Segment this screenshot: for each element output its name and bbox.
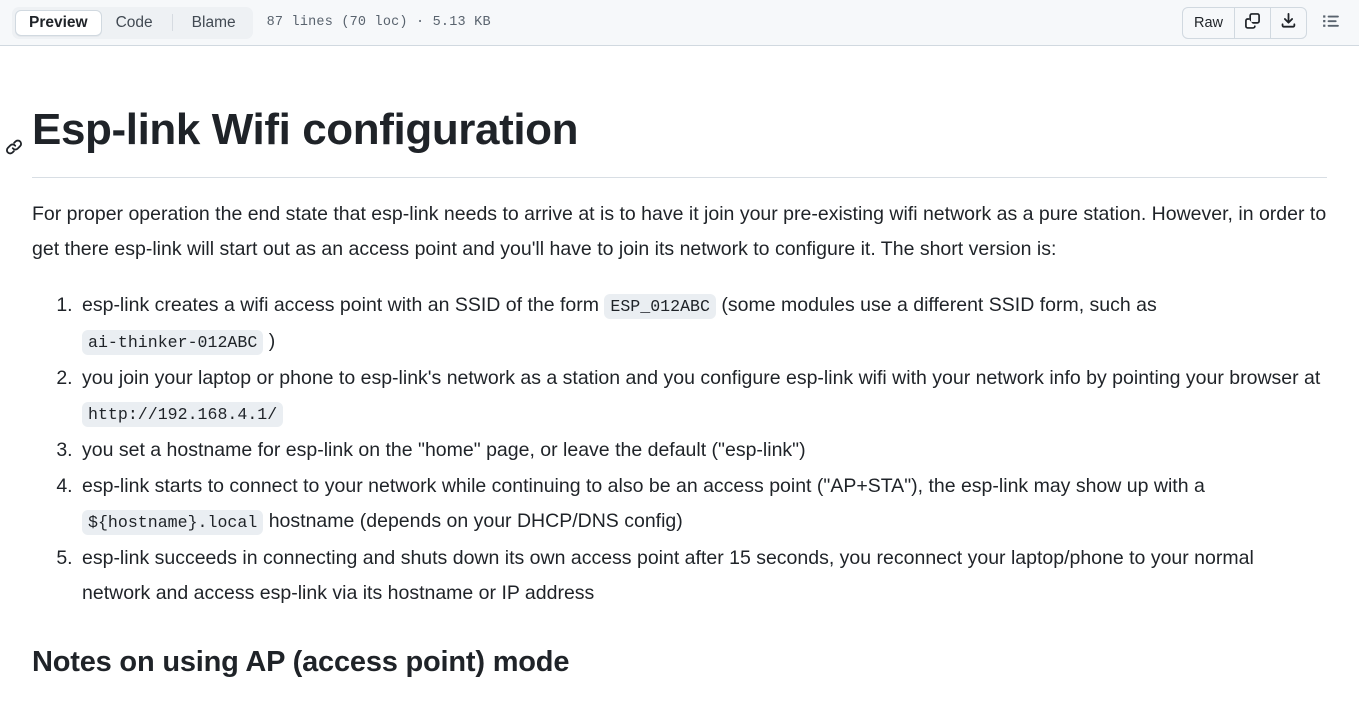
list-item: you set a hostname for esp-link on the "…: [78, 433, 1327, 468]
inline-code: ESP_012ABC: [604, 294, 716, 319]
file-action-button-group: Raw: [1181, 6, 1307, 39]
outline-list-icon: [1322, 12, 1340, 33]
tab-blame[interactable]: Blame: [178, 10, 250, 36]
inline-code: ai-thinker-012ABC: [82, 330, 264, 355]
steps-list: esp-link creates a wifi access point wit…: [32, 288, 1327, 611]
download-button[interactable]: [1271, 8, 1306, 38]
file-meta-text: 87 lines (70 loc) · 5.13 KB: [266, 15, 491, 30]
view-mode-segmented-control: Preview Code Blame: [12, 6, 253, 39]
inline-code: http://192.168.4.1/: [82, 402, 284, 427]
raw-button[interactable]: Raw: [1183, 7, 1235, 38]
inline-code: ${hostname}.local: [82, 510, 264, 535]
page-title: Esp-link Wifi configuration: [6, 46, 1327, 178]
list-item: esp-link creates a wifi access point wit…: [78, 288, 1327, 360]
link-anchor-icon[interactable]: [4, 115, 24, 155]
copy-raw-button[interactable]: [1235, 7, 1271, 38]
outline-toggle-button[interactable]: [1316, 8, 1346, 38]
list-item: esp-link starts to connect to your netwo…: [78, 469, 1327, 540]
section-heading-notes: Notes on using AP (access point) mode: [32, 646, 570, 678]
download-icon: [1280, 12, 1297, 33]
tab-preview[interactable]: Preview: [15, 9, 102, 36]
tab-code[interactable]: Code: [102, 10, 167, 36]
intro-paragraph: For proper operation the end state that …: [32, 203, 1327, 260]
copy-icon: [1244, 12, 1261, 33]
markdown-article: Esp-link Wifi configuration For proper o…: [0, 46, 1359, 680]
page-title-text: Esp-link Wifi configuration: [32, 105, 579, 154]
list-item: esp-link succeeds in connecting and shut…: [78, 541, 1327, 611]
segmented-divider: [171, 14, 173, 31]
file-toolbar: Preview Code Blame 87 lines (70 loc) · 5…: [0, 0, 1359, 46]
list-item: you join your laptop or phone to esp-lin…: [78, 361, 1327, 432]
article-inner: Esp-link Wifi configuration For proper o…: [6, 46, 1343, 680]
toolbar-actions: Raw: [1181, 6, 1346, 39]
